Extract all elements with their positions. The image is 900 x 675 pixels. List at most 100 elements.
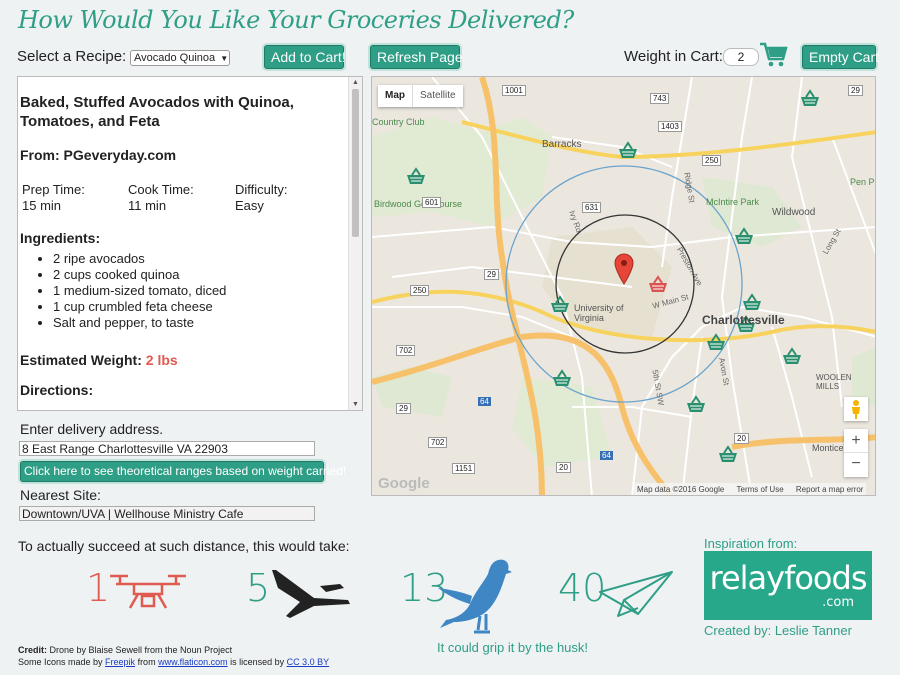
page-title: How Would You Like Your Groceries Delive… (18, 6, 574, 34)
route-shield: 250 (410, 285, 430, 296)
cc-license-link[interactable]: CC 3.0 BY (287, 657, 330, 667)
recipe-select-value: Avocado Quinoa (134, 52, 216, 64)
cook-time-label: Cook Time: (128, 182, 194, 197)
basket-marker-icon[interactable] (552, 369, 572, 392)
recipe-source: From: PGeveryday.com (20, 147, 177, 163)
basket-marker-selected-icon[interactable] (648, 275, 668, 298)
basket-marker-icon[interactable] (718, 445, 738, 468)
icons-credit-text-c: is licensed by (227, 657, 287, 667)
zoom-in-button[interactable]: + (844, 429, 868, 453)
nearest-site-field: Downtown/UVA | Wellhouse Ministry Cafe (19, 506, 315, 521)
list-item: 2 cups cooked quinoa (53, 267, 343, 283)
address-input[interactable]: 8 East Range Charlottesville VA 22903 (19, 441, 315, 456)
list-item: 2 ripe avocados (53, 251, 343, 267)
select-recipe-label: Select a Recipe: (17, 48, 127, 65)
pigeon-icon (436, 554, 516, 643)
delivery-map[interactable]: Barracks Country Club Birdwood Golf Cour… (371, 76, 876, 496)
chevron-down-icon: ▼ (220, 54, 229, 63)
basket-marker-icon[interactable] (782, 347, 802, 370)
prep-time-label: Prep Time: (22, 182, 85, 197)
military-drone-icon (270, 568, 352, 625)
basket-marker-icon[interactable] (550, 295, 570, 318)
estimated-weight-label: Estimated Weight: (20, 352, 142, 368)
flaticon-link[interactable]: www.flaticon.com (158, 657, 228, 667)
street-view-pegman-icon[interactable] (844, 397, 868, 421)
map-type-control: Map Satellite (378, 85, 463, 107)
ingredients-heading: Ingredients: (20, 230, 101, 246)
route-shield: 29 (848, 85, 863, 96)
recipe-panel[interactable]: Baked, Stuffed Avocados with Quinoa, Tom… (17, 76, 363, 411)
map-pin-icon[interactable] (614, 253, 634, 290)
relayfoods-logo[interactable]: relayfoods .com (704, 551, 872, 620)
map-label: Country Club (372, 117, 425, 127)
map-label: Wildwood (772, 207, 816, 218)
weight-in-cart-value: 2 (723, 48, 759, 66)
route-shield: 702 (428, 437, 448, 448)
list-item: Salt and pepper, to taste (53, 315, 343, 331)
tab-satellite[interactable]: Satellite (412, 85, 463, 107)
route-shield: 20 (734, 433, 749, 444)
route-shield: 702 (396, 345, 416, 356)
prep-time-value: 15 min (22, 198, 62, 213)
route-shield: 1403 (658, 121, 682, 132)
map-label: University of Virginia (574, 303, 624, 323)
zoom-out-button[interactable]: − (844, 453, 868, 477)
route-shield: 601 (422, 197, 442, 208)
theoretical-ranges-button[interactable]: Click here to see theoretical ranges bas… (20, 461, 346, 482)
credit-text: Drone by Blaise Sewell from the Noun Pro… (47, 645, 233, 655)
basket-marker-icon[interactable] (618, 141, 638, 164)
estimated-weight: Estimated Weight: 2 lbs (20, 352, 178, 368)
google-logo: Google (378, 475, 430, 492)
tab-map[interactable]: Map (378, 85, 412, 107)
creator-credit: Created by: Leslie Tanner (704, 623, 852, 638)
add-to-cart-button[interactable]: Add to Cart! (264, 45, 346, 69)
recipe-title: Baked, Stuffed Avocados with Quinoa, Tom… (20, 94, 294, 130)
paper-plane-icon (598, 570, 674, 623)
ingredients-list: 2 ripe avocados 2 cups cooked quinoa 1 m… (20, 251, 343, 331)
pigeon-caption: It could grip it by the husk! (437, 640, 589, 655)
list-item: 1 cup crumbled feta cheese (53, 299, 343, 315)
recipe-scrollbar[interactable]: ▲ ▼ (348, 77, 362, 410)
route-shield: 64 (478, 397, 491, 406)
scroll-up-icon[interactable]: ▲ (352, 79, 359, 86)
map-label: Pen P (850, 177, 875, 187)
basket-marker-icon[interactable] (686, 395, 706, 418)
report-map-error-link[interactable]: Report a map error (796, 485, 864, 494)
map-label: Charlottesville (702, 313, 785, 327)
credit-line: Credit: Drone by Blaise Sewell from the … (18, 645, 232, 655)
map-label: Birdwood Golf Course (374, 199, 463, 209)
map-label: Barracks (542, 139, 582, 150)
scrollbar-thumb[interactable] (352, 89, 359, 237)
difficulty: Difficulty: Easy (235, 182, 288, 214)
nearest-site-label: Nearest Site: (20, 487, 101, 503)
refresh-page-button[interactable]: Refresh Page (370, 45, 463, 69)
route-shield: 29 (484, 269, 499, 280)
route-shield: 1001 (502, 85, 526, 96)
empty-cart-button[interactable]: Empty Cart (802, 45, 879, 69)
drone-count: 1 (86, 566, 111, 610)
map-label: WOOLEN MILLS (816, 373, 852, 391)
route-shield: 20 (556, 462, 571, 473)
terms-of-use-link[interactable]: Terms of Use (737, 485, 784, 494)
difficulty-label: Difficulty: (235, 182, 288, 197)
freepik-link[interactable]: Freepik (105, 657, 135, 667)
basket-marker-icon[interactable] (406, 167, 426, 190)
map-attribution: Map data ©2016 Google (637, 485, 725, 494)
basket-marker-icon[interactable] (734, 227, 754, 250)
basket-marker-icon[interactable] (706, 333, 726, 356)
route-shield: 743 (650, 93, 670, 104)
military-drone-count: 5 (246, 566, 271, 610)
cook-time-value: 11 min (128, 198, 167, 213)
difficulty-value: Easy (235, 198, 264, 213)
inspiration-label: Inspiration from: (704, 536, 798, 551)
recipe-select[interactable]: Avocado Quinoa ▼ (130, 50, 230, 66)
map-attribution-bar: Map data ©2016 Google Terms of Use Repor… (634, 483, 867, 495)
prep-time: Prep Time: 15 min (22, 182, 85, 214)
route-shield: 631 (582, 202, 602, 213)
scroll-down-icon[interactable]: ▼ (352, 401, 359, 408)
basket-marker-icon[interactable] (800, 89, 820, 112)
route-shield: 64 (600, 451, 613, 460)
transport-intro: To actually succeed at such distance, th… (18, 538, 350, 554)
relayfoods-logo-text: relayfoods (709, 559, 868, 597)
drone-icon (108, 572, 188, 621)
